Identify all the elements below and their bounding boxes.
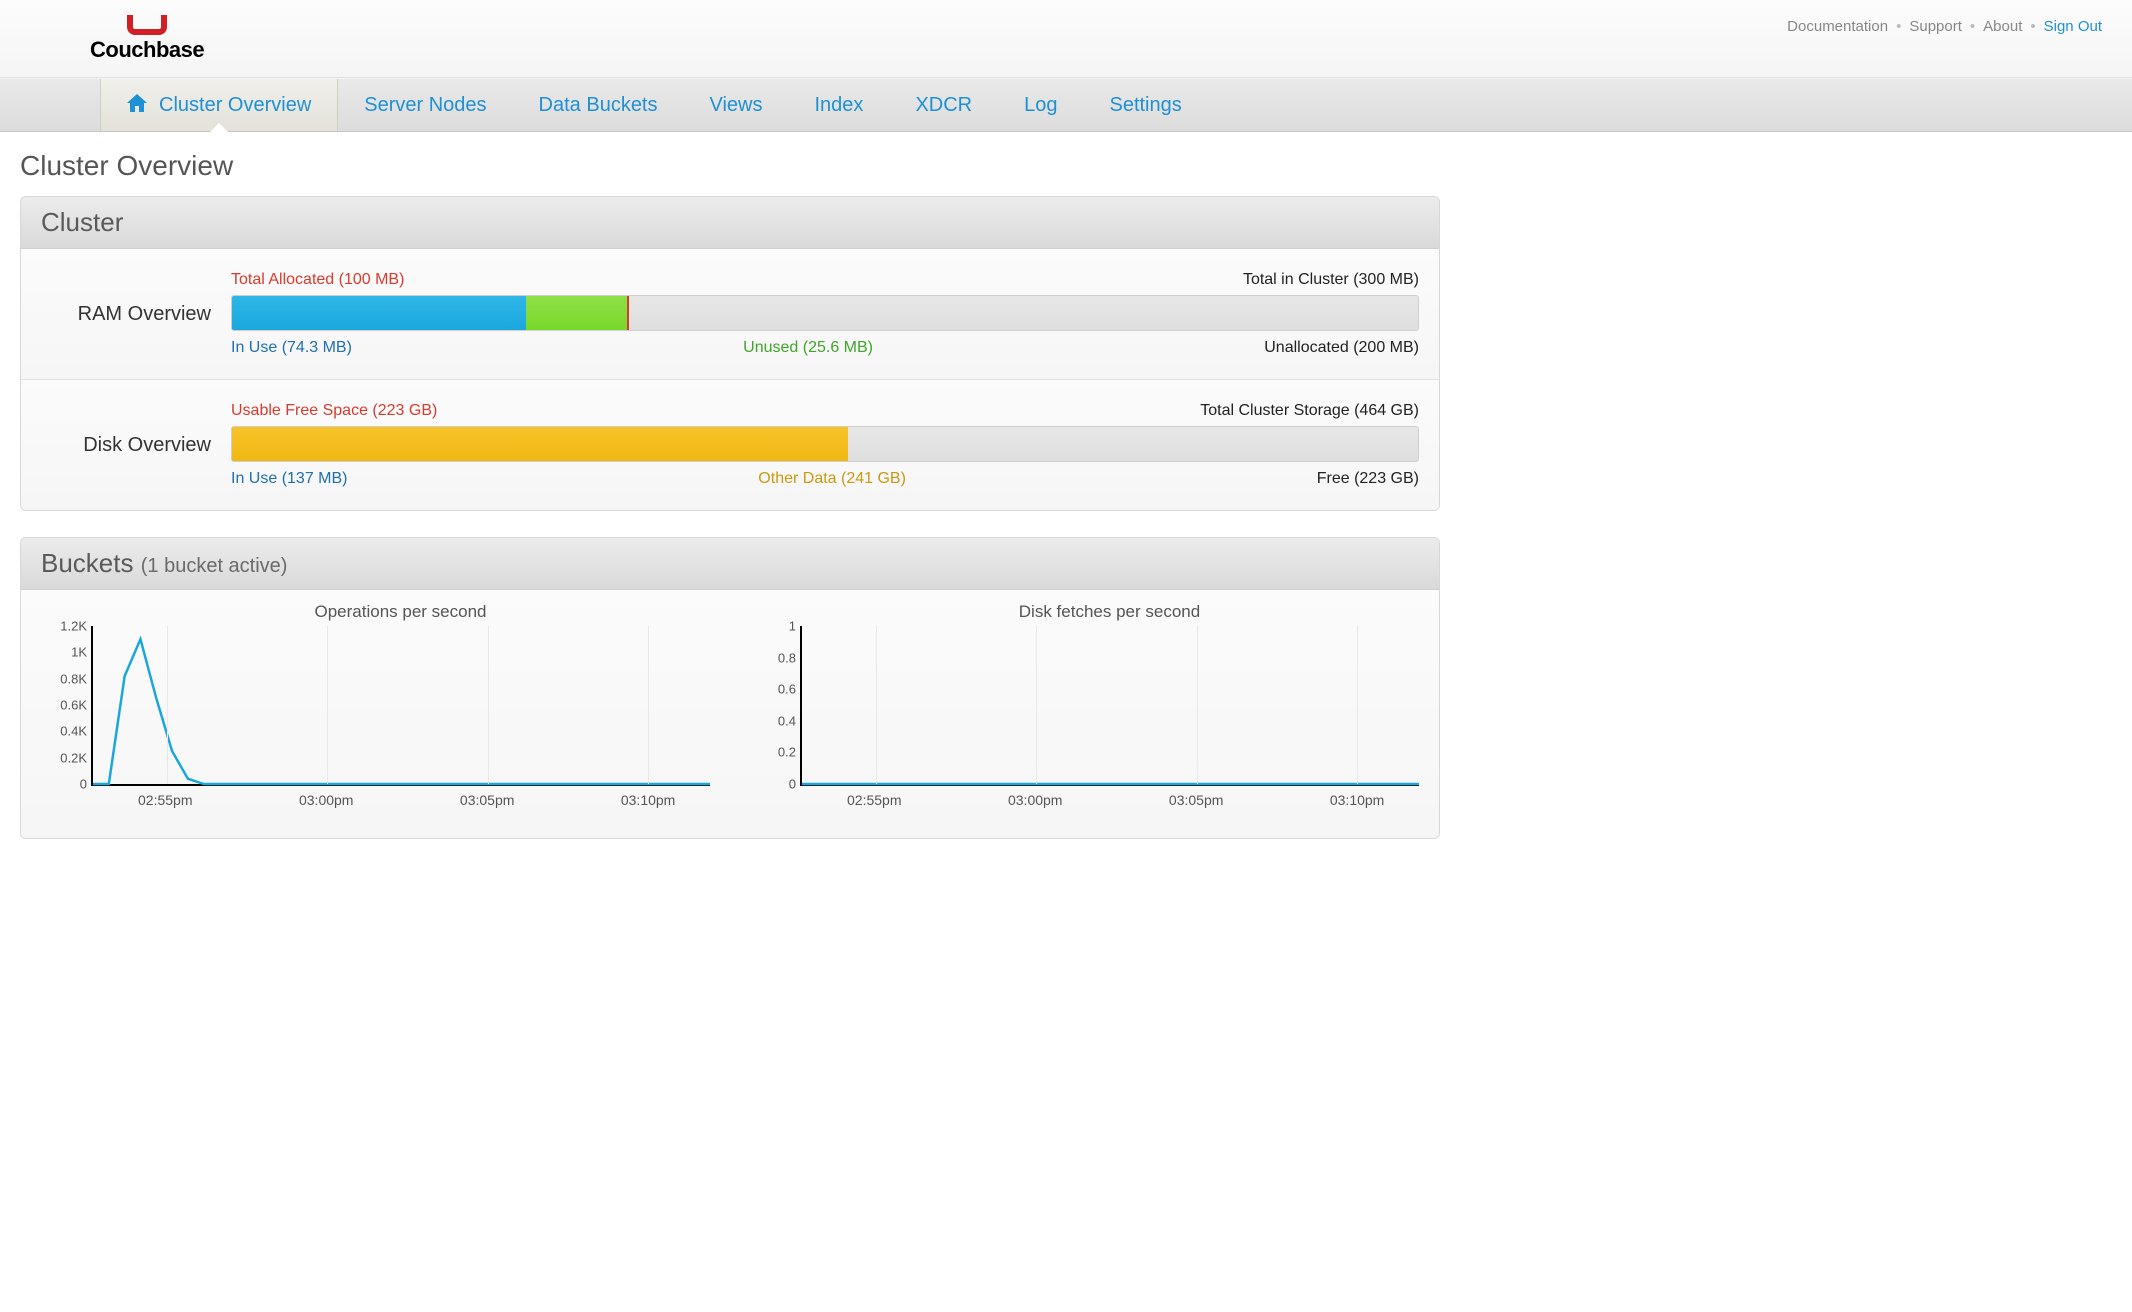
disk-usage-bar: [231, 426, 1419, 462]
ram-allocated-marker: [627, 296, 629, 330]
disk-in-use: In Use (137 MB): [231, 470, 347, 488]
disk-overview-row: Disk Overview Usable Free Space (223 GB)…: [21, 380, 1439, 510]
disk-overview-label: Disk Overview: [41, 402, 231, 488]
buckets-panel-heading: Buckets (1 bucket active): [21, 538, 1439, 590]
tab-label: Settings: [1109, 94, 1181, 117]
tab-log[interactable]: Log: [998, 79, 1083, 131]
ram-total-allocated: Total Allocated (100 MB): [231, 271, 404, 289]
ram-usage-bar: [231, 295, 1419, 331]
buckets-panel: Buckets (1 bucket active) Operations per…: [20, 537, 1440, 839]
link-documentation[interactable]: Documentation: [1787, 18, 1888, 35]
disk-overview-body: Usable Free Space (223 GB) Total Cluster…: [231, 402, 1419, 488]
separator: •: [2030, 18, 2035, 35]
disk-free: Free (223 GB): [1317, 470, 1419, 488]
top-links: Documentation • Support • About • Sign O…: [1787, 0, 2102, 77]
link-support[interactable]: Support: [1909, 18, 1962, 35]
brand-logo: Couchbase: [90, 15, 204, 63]
ram-top-line: Total Allocated (100 MB) Total in Cluste…: [231, 271, 1419, 289]
tab-views[interactable]: Views: [684, 79, 789, 131]
ram-overview-body: Total Allocated (100 MB) Total in Cluste…: [231, 271, 1419, 357]
ram-bottom-line: In Use (74.3 MB) Unused (25.6 MB) Unallo…: [231, 339, 1419, 357]
ram-total-in-cluster: Total in Cluster (300 MB): [1243, 271, 1419, 289]
home-icon: [127, 94, 147, 117]
cluster-panel: Cluster RAM Overview Total Allocated (10…: [20, 196, 1440, 511]
brand-logo-text: Couchbase: [90, 37, 204, 63]
ops-x-ticks: 02:55pm03:00pm03:05pm03:10pm: [91, 792, 710, 810]
tab-server-nodes[interactable]: Server Nodes: [338, 79, 512, 131]
ops-chart-title: Operations per second: [91, 602, 710, 622]
ram-in-use: In Use (74.3 MB): [231, 339, 352, 357]
disk-other-data: Other Data (241 GB): [347, 470, 1316, 488]
link-about[interactable]: About: [1983, 18, 2022, 35]
ops-chart: Operations per second 00.2K0.4K0.6K0.8K1…: [41, 602, 710, 810]
ram-overview-label: RAM Overview: [41, 271, 231, 357]
ops-plot: [93, 626, 710, 784]
ops-y-ticks: 00.2K0.4K0.6K0.8K1K1.2K: [43, 626, 87, 784]
separator: •: [1970, 18, 1975, 35]
tab-settings[interactable]: Settings: [1083, 79, 1207, 131]
ops-chart-area: 00.2K0.4K0.6K0.8K1K1.2K: [91, 626, 710, 786]
ram-in-use-segment: [232, 296, 526, 330]
tab-cluster-overview[interactable]: Cluster Overview: [100, 79, 338, 131]
tab-label: Views: [710, 94, 763, 117]
tab-label: Data Buckets: [539, 94, 658, 117]
tab-xdcr[interactable]: XDCR: [889, 79, 998, 131]
tab-label: XDCR: [915, 94, 972, 117]
fetches-chart: Disk fetches per second 00.20.40.60.81 0…: [750, 602, 1419, 810]
separator: •: [1896, 18, 1901, 35]
cluster-panel-heading: Cluster: [21, 197, 1439, 249]
tab-label: Cluster Overview: [159, 94, 311, 117]
fetches-x-ticks: 02:55pm03:00pm03:05pm03:10pm: [800, 792, 1419, 810]
fetches-plot: [802, 626, 1419, 784]
fetches-chart-area: 00.20.40.60.81: [800, 626, 1419, 786]
disk-top-line: Usable Free Space (223 GB) Total Cluster…: [231, 402, 1419, 420]
tab-label: Log: [1024, 94, 1057, 117]
charts-row: Operations per second 00.2K0.4K0.6K0.8K1…: [21, 590, 1439, 838]
ram-overview-row: RAM Overview Total Allocated (100 MB) To…: [21, 249, 1439, 380]
buckets-heading-text: Buckets: [41, 548, 134, 578]
link-signout[interactable]: Sign Out: [2044, 18, 2102, 35]
fetches-chart-title: Disk fetches per second: [800, 602, 1419, 622]
tab-index[interactable]: Index: [789, 79, 890, 131]
main-nav: Cluster Overview Server Nodes Data Bucke…: [0, 78, 2132, 132]
disk-bottom-line: In Use (137 MB) Other Data (241 GB) Free…: [231, 470, 1419, 488]
ram-unused: Unused (25.6 MB): [352, 339, 1264, 357]
disk-usable-free: Usable Free Space (223 GB): [231, 402, 437, 420]
ram-unallocated: Unallocated (200 MB): [1264, 339, 1419, 357]
fetches-y-ticks: 00.20.40.60.81: [752, 626, 796, 784]
page-content: Cluster Overview Cluster RAM Overview To…: [0, 132, 1460, 905]
tab-label: Index: [815, 94, 864, 117]
top-bar: Couchbase Documentation • Support • Abou…: [0, 0, 2132, 78]
disk-other-segment: [232, 427, 848, 461]
ram-unused-segment: [526, 296, 627, 330]
tab-label: Server Nodes: [364, 94, 486, 117]
disk-total-storage: Total Cluster Storage (464 GB): [1200, 402, 1419, 420]
buckets-heading-sub: (1 bucket active): [141, 555, 288, 577]
tab-data-buckets[interactable]: Data Buckets: [513, 79, 684, 131]
brand-logo-mark: [127, 15, 167, 35]
page-title: Cluster Overview: [20, 150, 1440, 182]
